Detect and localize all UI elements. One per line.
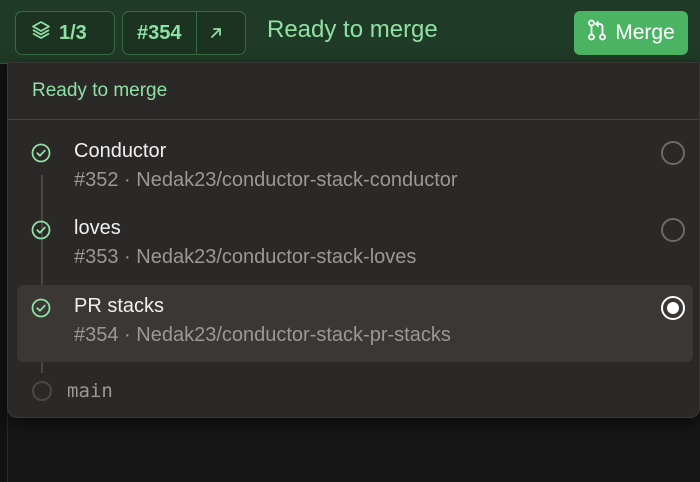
arrow-up-right-icon[interactable] xyxy=(197,12,235,54)
merge-button-label: Merge xyxy=(615,21,675,44)
pr-number-link[interactable]: #354 xyxy=(123,12,197,54)
status-title: Ready to merge xyxy=(267,16,438,43)
stack-position-chip[interactable]: 1/3 xyxy=(15,11,115,55)
panel-title: Ready to merge xyxy=(8,63,699,120)
stack-item-meta: #352 · Nedak23/conductor-stack-conductor xyxy=(74,169,458,191)
check-circle-icon xyxy=(31,298,51,318)
stack-item[interactable]: Conductor #352 · Nedak23/conductor-stack… xyxy=(17,130,693,207)
stack-item[interactable]: loves #353 · Nedak23/conductor-stack-lov… xyxy=(17,207,693,284)
base-branch: main xyxy=(32,378,113,404)
stack-item-name: Conductor xyxy=(74,140,167,162)
stack-item-radio[interactable] xyxy=(661,218,685,242)
stack-item[interactable]: PR stacks #354 · Nedak23/conductor-stack… xyxy=(17,285,693,362)
merge-stack-dropdown: Ready to merge Conductor #352 · Nedak23/… xyxy=(7,62,700,418)
stack-item-meta: #354 · Nedak23/conductor-stack-pr-stacks xyxy=(74,324,451,346)
base-branch-label: main xyxy=(67,380,113,402)
pr-chip: #354 xyxy=(122,11,246,55)
stack-item-radio-selected[interactable] xyxy=(661,296,685,320)
stack-position-label: 1/3 xyxy=(59,21,87,44)
stack-item-radio[interactable] xyxy=(661,141,685,165)
layers-icon xyxy=(31,20,51,46)
header-bar: 1/3 #354 Ready to merge Merge xyxy=(0,0,700,64)
branch-dot-icon xyxy=(32,381,52,401)
stack-item-name: PR stacks xyxy=(74,295,165,317)
stack-item-meta: #353 · Nedak23/conductor-stack-loves xyxy=(74,246,417,268)
check-circle-icon xyxy=(31,143,51,163)
git-pull-request-icon xyxy=(587,19,607,47)
stack-item-name: loves xyxy=(74,217,121,239)
check-circle-icon xyxy=(31,220,51,240)
merge-button[interactable]: Merge xyxy=(574,11,688,55)
